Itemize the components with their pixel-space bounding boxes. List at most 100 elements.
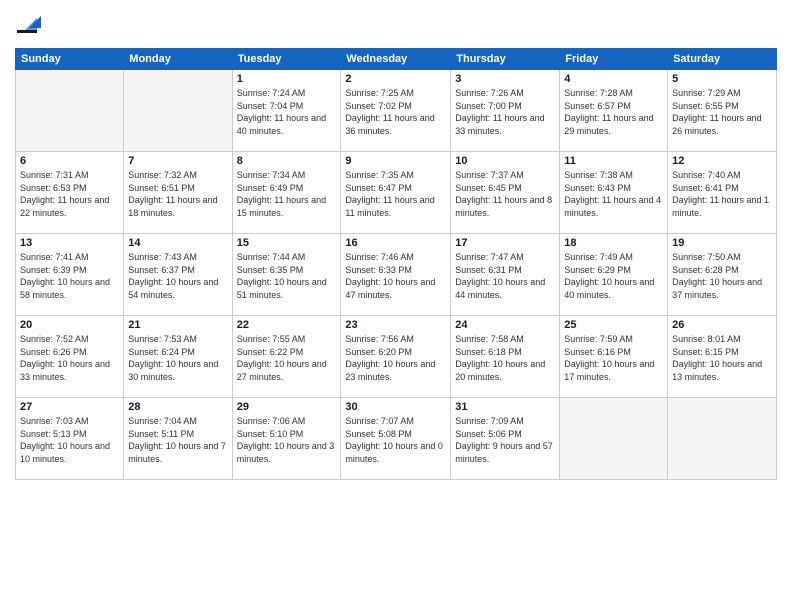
calendar-cell: [560, 398, 668, 480]
day-info: Sunrise: 7:32 AM Sunset: 6:51 PM Dayligh…: [128, 169, 227, 219]
day-info: Sunrise: 7:29 AM Sunset: 6:55 PM Dayligh…: [672, 87, 772, 137]
calendar-cell: 30Sunrise: 7:07 AM Sunset: 5:08 PM Dayli…: [341, 398, 451, 480]
week-row-4: 20 Sunrise: 7:52 AM Sunset: 6:26 PM Dayli…: [16, 316, 777, 398]
calendar-cell: 21 Sunrise: 7:53 AM Sunset: 6:24 PM Dayli…: [124, 316, 232, 398]
day-info: Sunrise: 7:59 AM Sunset: 6:16 PM Dayligh…: [564, 333, 663, 383]
day-info: Sunrise: 7:26 AM Sunset: 7:00 PM Dayligh…: [455, 87, 555, 137]
day-number: 19: [672, 237, 772, 249]
page-header: [15, 10, 777, 40]
day-info: Sunrise: 7:44 AM Sunset: 6:35 PM Dayligh…: [237, 251, 337, 301]
day-number: 4: [564, 73, 663, 85]
calendar-cell: 10 Sunrise: 7:37 AM Sunset: 6:45 PM Dayli…: [451, 152, 560, 234]
calendar-cell: [124, 70, 232, 152]
week-row-2: 6 Sunrise: 7:31 AM Sunset: 6:53 PM Daylig…: [16, 152, 777, 234]
day-info: Sunrise: 7:04 AM Sunset: 5:11 PM Dayligh…: [128, 415, 227, 465]
calendar-cell: 9 Sunrise: 7:35 AM Sunset: 6:47 PM Daylig…: [341, 152, 451, 234]
calendar-cell: 22 Sunrise: 7:55 AM Sunset: 6:22 PM Dayli…: [232, 316, 341, 398]
calendar-cell: 19Sunrise: 7:50 AM Sunset: 6:28 PM Dayli…: [668, 234, 777, 316]
day-number: 20: [20, 319, 119, 331]
calendar-cell: 3Sunrise: 7:26 AM Sunset: 7:00 PM Daylig…: [451, 70, 560, 152]
day-info: Sunrise: 7:24 AM Sunset: 7:04 PM Dayligh…: [237, 87, 337, 137]
day-number: 6: [20, 155, 119, 167]
day-info: Sunrise: 7:28 AM Sunset: 6:57 PM Dayligh…: [564, 87, 663, 137]
weekday-header-saturday: Saturday: [668, 49, 777, 70]
day-number: 25: [564, 319, 663, 331]
day-info: Sunrise: 7:55 AM Sunset: 6:22 PM Dayligh…: [237, 333, 337, 383]
logo: [15, 10, 49, 40]
calendar-cell: 8 Sunrise: 7:34 AM Sunset: 6:49 PM Daylig…: [232, 152, 341, 234]
day-number: 11: [564, 155, 663, 167]
calendar-table: SundayMondayTuesdayWednesdayThursdayFrid…: [15, 48, 777, 480]
day-info: Sunrise: 7:31 AM Sunset: 6:53 PM Dayligh…: [20, 169, 119, 219]
calendar-cell: 20 Sunrise: 7:52 AM Sunset: 6:26 PM Dayli…: [16, 316, 124, 398]
calendar-cell: 13 Sunrise: 7:41 AM Sunset: 6:39 PM Dayli…: [16, 234, 124, 316]
calendar-cell: 25 Sunrise: 7:59 AM Sunset: 6:16 PM Dayli…: [560, 316, 668, 398]
day-number: 10: [455, 155, 555, 167]
calendar-cell: [668, 398, 777, 480]
day-number: 7: [128, 155, 227, 167]
calendar-cell: 5 Sunrise: 7:29 AM Sunset: 6:55 PM Daylig…: [668, 70, 777, 152]
calendar-cell: 14 Sunrise: 7:43 AM Sunset: 6:37 PM Dayli…: [124, 234, 232, 316]
day-info: Sunrise: 7:38 AM Sunset: 6:43 PM Dayligh…: [564, 169, 663, 219]
day-info: Sunrise: 7:09 AM Sunset: 5:06 PM Dayligh…: [455, 415, 555, 465]
day-number: 2: [345, 73, 446, 85]
calendar-cell: 29Sunrise: 7:06 AM Sunset: 5:10 PM Dayli…: [232, 398, 341, 480]
day-number: 28: [128, 401, 227, 413]
day-info: Sunrise: 7:47 AM Sunset: 6:31 PM Dayligh…: [455, 251, 555, 301]
day-number: 16: [345, 237, 446, 249]
calendar-cell: 23 Sunrise: 7:56 AM Sunset: 6:20 PM Dayli…: [341, 316, 451, 398]
day-number: 14: [128, 237, 227, 249]
day-number: 23: [345, 319, 446, 331]
weekday-header-friday: Friday: [560, 49, 668, 70]
calendar-cell: 1 Sunrise: 7:24 AM Sunset: 7:04 PM Daylig…: [232, 70, 341, 152]
day-info: Sunrise: 7:46 AM Sunset: 6:33 PM Dayligh…: [345, 251, 446, 301]
calendar-cell: 11 Sunrise: 7:38 AM Sunset: 6:43 PM Dayli…: [560, 152, 668, 234]
day-number: 8: [237, 155, 337, 167]
calendar-cell: 4 Sunrise: 7:28 AM Sunset: 6:57 PM Daylig…: [560, 70, 668, 152]
logo-icon: [15, 10, 45, 40]
day-info: Sunrise: 8:01 AM Sunset: 6:15 PM Dayligh…: [672, 333, 772, 383]
day-info: Sunrise: 7:07 AM Sunset: 5:08 PM Dayligh…: [345, 415, 446, 465]
calendar-cell: 12Sunrise: 7:40 AM Sunset: 6:41 PM Dayli…: [668, 152, 777, 234]
day-info: Sunrise: 7:06 AM Sunset: 5:10 PM Dayligh…: [237, 415, 337, 465]
day-info: Sunrise: 7:43 AM Sunset: 6:37 PM Dayligh…: [128, 251, 227, 301]
day-info: Sunrise: 7:25 AM Sunset: 7:02 PM Dayligh…: [345, 87, 446, 137]
calendar-cell: 28 Sunrise: 7:04 AM Sunset: 5:11 PM Dayli…: [124, 398, 232, 480]
day-info: Sunrise: 7:34 AM Sunset: 6:49 PM Dayligh…: [237, 169, 337, 219]
day-info: Sunrise: 7:03 AM Sunset: 5:13 PM Dayligh…: [20, 415, 119, 465]
week-row-3: 13 Sunrise: 7:41 AM Sunset: 6:39 PM Dayli…: [16, 234, 777, 316]
weekday-header-thursday: Thursday: [451, 49, 560, 70]
day-number: 13: [20, 237, 119, 249]
weekday-header-row: SundayMondayTuesdayWednesdayThursdayFrid…: [16, 49, 777, 70]
day-info: Sunrise: 7:41 AM Sunset: 6:39 PM Dayligh…: [20, 251, 119, 301]
day-number: 1: [237, 73, 337, 85]
calendar-cell: 7 Sunrise: 7:32 AM Sunset: 6:51 PM Daylig…: [124, 152, 232, 234]
calendar-cell: 6 Sunrise: 7:31 AM Sunset: 6:53 PM Daylig…: [16, 152, 124, 234]
calendar-cell: 16 Sunrise: 7:46 AM Sunset: 6:33 PM Dayli…: [341, 234, 451, 316]
day-info: Sunrise: 7:52 AM Sunset: 6:26 PM Dayligh…: [20, 333, 119, 383]
calendar-cell: 27Sunrise: 7:03 AM Sunset: 5:13 PM Dayli…: [16, 398, 124, 480]
day-number: 24: [455, 319, 555, 331]
day-info: Sunrise: 7:58 AM Sunset: 6:18 PM Dayligh…: [455, 333, 555, 383]
calendar-cell: 2 Sunrise: 7:25 AM Sunset: 7:02 PM Daylig…: [341, 70, 451, 152]
calendar-cell: 17Sunrise: 7:47 AM Sunset: 6:31 PM Dayli…: [451, 234, 560, 316]
day-info: Sunrise: 7:56 AM Sunset: 6:20 PM Dayligh…: [345, 333, 446, 383]
day-info: Sunrise: 7:35 AM Sunset: 6:47 PM Dayligh…: [345, 169, 446, 219]
day-number: 9: [345, 155, 446, 167]
day-number: 18: [564, 237, 663, 249]
day-info: Sunrise: 7:49 AM Sunset: 6:29 PM Dayligh…: [564, 251, 663, 301]
calendar-cell: 15Sunrise: 7:44 AM Sunset: 6:35 PM Dayli…: [232, 234, 341, 316]
weekday-header-wednesday: Wednesday: [341, 49, 451, 70]
calendar-cell: 26 Sunrise: 8:01 AM Sunset: 6:15 PM Dayli…: [668, 316, 777, 398]
day-number: 26: [672, 319, 772, 331]
day-number: 21: [128, 319, 227, 331]
day-number: 5: [672, 73, 772, 85]
calendar-cell: 24 Sunrise: 7:58 AM Sunset: 6:18 PM Dayli…: [451, 316, 560, 398]
day-info: Sunrise: 7:53 AM Sunset: 6:24 PM Dayligh…: [128, 333, 227, 383]
weekday-header-tuesday: Tuesday: [232, 49, 341, 70]
day-info: Sunrise: 7:37 AM Sunset: 6:45 PM Dayligh…: [455, 169, 555, 219]
day-number: 22: [237, 319, 337, 331]
weekday-header-monday: Monday: [124, 49, 232, 70]
day-number: 31: [455, 401, 555, 413]
weekday-header-sunday: Sunday: [16, 49, 124, 70]
